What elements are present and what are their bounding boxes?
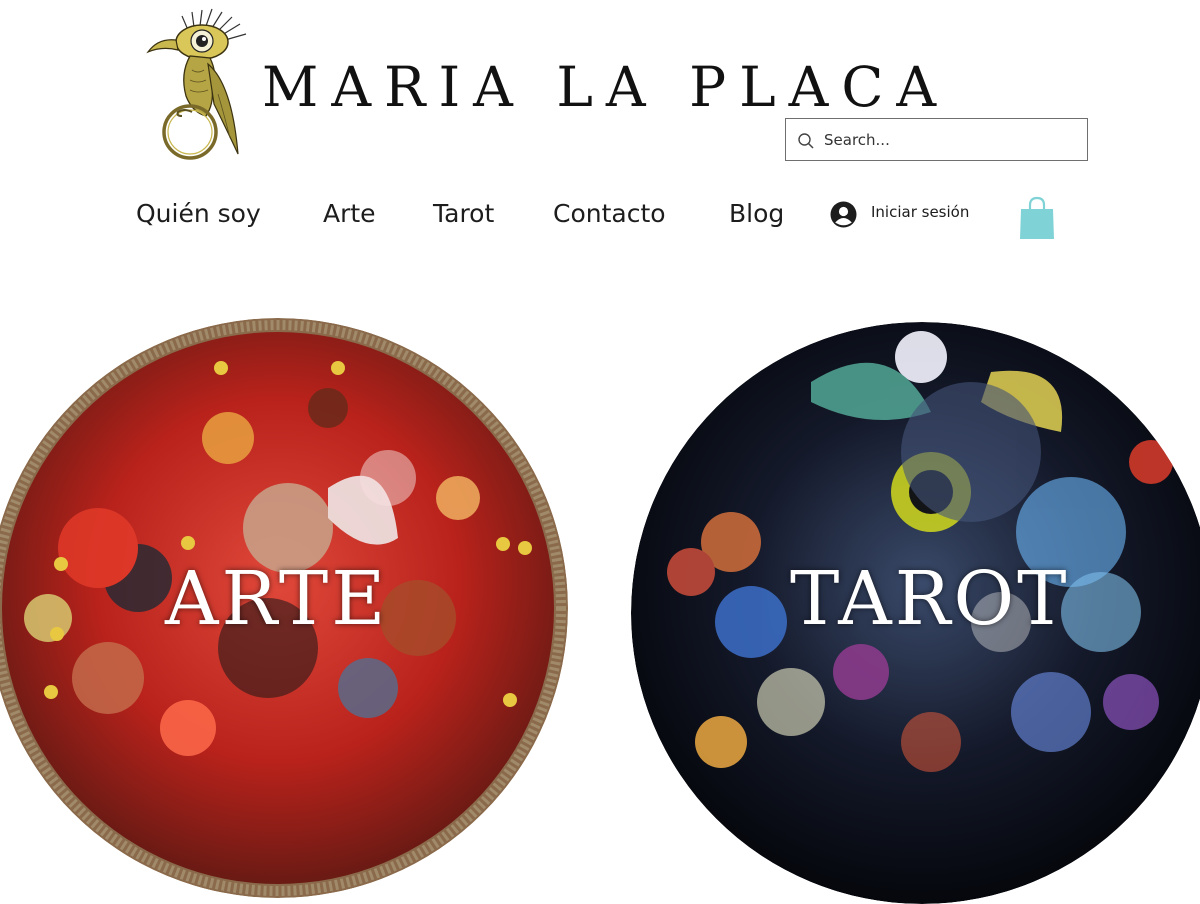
login-label: Iniciar sesión [871, 203, 970, 221]
shopping-bag-icon[interactable] [1018, 196, 1056, 240]
search-box[interactable] [785, 118, 1088, 161]
nav-item-tarot[interactable]: Tarot [433, 196, 494, 232]
login-button[interactable]: Iniciar sesión [830, 199, 975, 229]
nav-item-contacto[interactable]: Contacto [553, 196, 666, 232]
eye-bird-logo-icon[interactable] [140, 4, 255, 162]
main-nav: Quién soy Arte Tarot Contacto Blog [0, 196, 820, 236]
nav-item-quien-soy[interactable]: Quién soy [136, 196, 261, 232]
tarot-label[interactable]: TAROT [790, 556, 1070, 642]
site-title[interactable]: MARIA LA PLACA [262, 52, 949, 122]
search-icon [797, 132, 815, 150]
search-input[interactable] [824, 125, 1074, 155]
nav-item-blog[interactable]: Blog [729, 196, 784, 232]
nav-item-arte[interactable]: Arte [323, 196, 376, 232]
arte-label[interactable]: ARTE [165, 556, 388, 642]
user-avatar-icon [830, 201, 857, 228]
